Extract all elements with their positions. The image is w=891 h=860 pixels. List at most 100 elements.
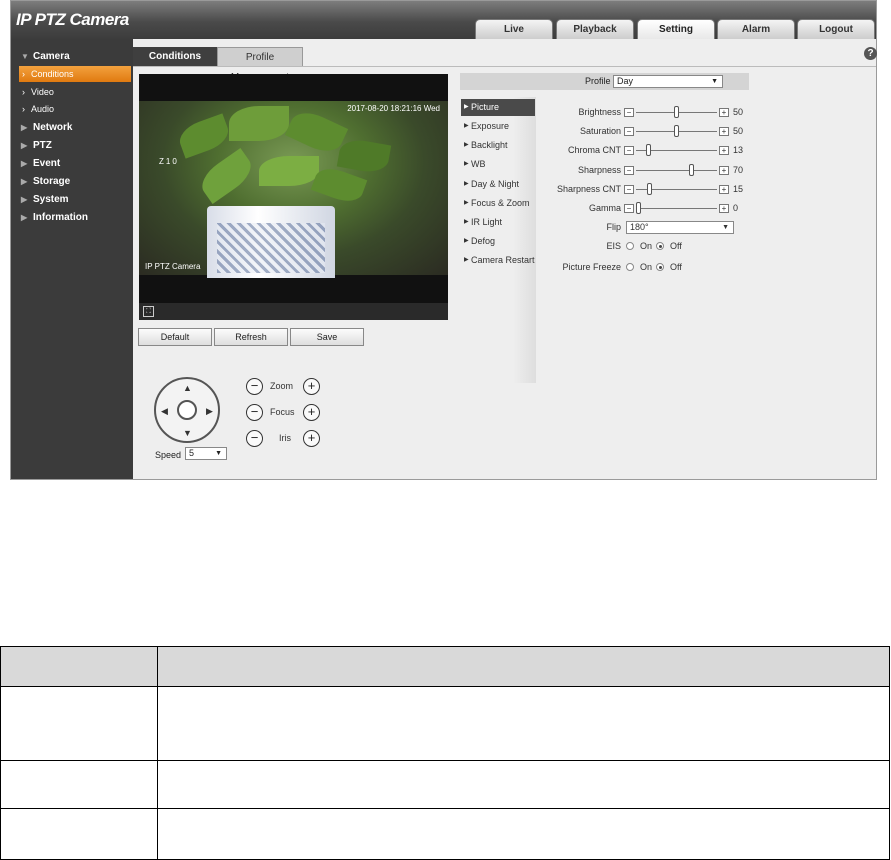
decrease-icon[interactable]: − xyxy=(624,127,634,136)
caret-right-icon: ▶ xyxy=(21,213,28,222)
menu-item-exposure[interactable]: ▶ Exposure xyxy=(461,118,535,135)
video-channel-name: IP PTZ Camera xyxy=(145,262,201,271)
top-bar: IP PTZ Camera Live Playback Setting Alar… xyxy=(11,1,876,39)
nav-tab-setting[interactable]: Setting xyxy=(637,19,715,39)
arrow-right-icon[interactable]: ▶ xyxy=(206,406,213,417)
iris-open-button[interactable]: + xyxy=(303,430,320,447)
sharpness-label: Sharpness xyxy=(577,165,621,175)
freeze-on-radio[interactable] xyxy=(626,263,634,271)
caret-right-icon: ▶ xyxy=(464,200,469,206)
profile-select[interactable]: Day ▼ xyxy=(613,75,723,88)
sidebar-item-storage[interactable]: ▶ Storage xyxy=(11,174,133,190)
menu-item-backlight[interactable]: ▶ Backlight xyxy=(461,137,535,154)
dropdown-arrow-icon: ▼ xyxy=(215,450,222,457)
profile-label: Profile xyxy=(585,76,611,86)
speed-select[interactable]: 5 ▼ xyxy=(185,447,227,460)
increase-icon[interactable]: + xyxy=(719,146,729,155)
caret-right-icon: ▶ xyxy=(21,195,28,204)
decrease-icon[interactable]: − xyxy=(624,204,634,213)
sidebar-item-conditions[interactable]: › Conditions xyxy=(19,66,131,82)
nav-tab-alarm[interactable]: Alarm xyxy=(717,19,795,39)
increase-icon[interactable]: + xyxy=(719,185,729,194)
default-button[interactable]: Default xyxy=(138,328,212,346)
menu-item-label: Backlight xyxy=(471,140,508,150)
tab-conditions[interactable]: Conditions xyxy=(133,47,217,67)
slider-thumb[interactable] xyxy=(689,164,695,176)
zoom-in-button[interactable]: + xyxy=(303,378,320,395)
menu-item-camera-restart[interactable]: ▶ Camera Restart xyxy=(461,252,535,269)
saturation-label: Saturation xyxy=(579,126,621,136)
sidebar-item-ptz[interactable]: ▶ PTZ xyxy=(11,138,133,154)
menu-item-defog[interactable]: ▶ Defog xyxy=(461,233,535,250)
iris-close-button[interactable]: − xyxy=(246,430,263,447)
menu-item-label: Focus & Zoom xyxy=(471,198,530,208)
eis-off-radio[interactable] xyxy=(656,242,664,250)
increase-icon[interactable]: + xyxy=(719,108,729,117)
sidebar-item-video[interactable]: › Video xyxy=(19,84,131,100)
increase-icon[interactable]: + xyxy=(719,204,729,213)
slider-thumb[interactable] xyxy=(645,144,651,156)
menu-item-day-night[interactable]: ▶ Day & Night xyxy=(461,176,535,193)
decrease-icon[interactable]: − xyxy=(624,146,634,155)
slider-thumb[interactable] xyxy=(636,202,641,214)
zoom-out-button[interactable]: − xyxy=(246,378,263,395)
help-icon[interactable]: ? xyxy=(864,47,877,60)
caret-right-icon: ▶ xyxy=(464,142,469,148)
nav-tab-live[interactable]: Live xyxy=(475,19,553,39)
gamma-label: Gamma xyxy=(588,203,621,213)
sharpness-cnt-row: Sharpness CNT − + 15 xyxy=(531,183,751,197)
sidebar-item-camera[interactable]: ▼ Camera xyxy=(11,49,133,65)
flip-row: Flip 180° ▼ xyxy=(531,221,751,235)
focus-far-button[interactable]: + xyxy=(303,404,320,421)
sharpness-cnt-value: 15 xyxy=(733,184,744,194)
arrow-left-icon[interactable]: ◀ xyxy=(161,406,168,417)
eis-on-radio[interactable] xyxy=(626,242,634,250)
focus-near-button[interactable]: − xyxy=(246,404,263,421)
sharpness-slider[interactable] xyxy=(636,170,717,171)
caret-right-icon: ▶ xyxy=(464,104,469,110)
slider-thumb[interactable] xyxy=(674,125,679,137)
arrow-up-icon[interactable]: ▲ xyxy=(183,383,192,393)
nav-tab-logout[interactable]: Logout xyxy=(797,19,875,39)
caret-down-icon: ▼ xyxy=(21,52,29,61)
sidebar-item-network[interactable]: ▶ Network xyxy=(11,120,133,136)
slider-thumb[interactable] xyxy=(674,106,679,118)
increase-icon[interactable]: + xyxy=(719,166,729,175)
gamma-slider[interactable] xyxy=(636,208,717,209)
refresh-button[interactable]: Refresh xyxy=(214,328,288,346)
menu-item-ir-light[interactable]: ▶ IR Light xyxy=(461,214,535,231)
sidebar-item-audio[interactable]: › Audio xyxy=(19,101,131,117)
menu-item-focus-zoom[interactable]: ▶ Focus & Zoom xyxy=(461,195,535,212)
saturation-value: 50 xyxy=(733,126,744,136)
saturation-row: Saturation − + 50 xyxy=(531,125,751,139)
decrease-icon[interactable]: − xyxy=(624,185,634,194)
video-toolbar: ⛶ xyxy=(139,303,448,320)
flip-select[interactable]: 180° ▼ xyxy=(626,221,734,234)
freeze-off-radio[interactable] xyxy=(656,263,664,271)
save-button[interactable]: Save xyxy=(290,328,364,346)
ptz-direction-pad[interactable]: ▲ ▼ ◀ ▶ xyxy=(154,377,220,443)
iris-label: Iris xyxy=(279,433,291,443)
sidebar-item-information[interactable]: ▶ Information xyxy=(11,210,133,226)
flip-value: 180° xyxy=(630,222,649,232)
nav-tab-playback[interactable]: Playback xyxy=(556,19,634,39)
chevron-right-icon: › xyxy=(22,104,25,114)
ptz-center-button[interactable] xyxy=(177,400,197,420)
sidebar-item-system[interactable]: ▶ System xyxy=(11,192,133,208)
slider-thumb[interactable] xyxy=(647,183,653,195)
menu-item-wb[interactable]: ▶ WB xyxy=(461,156,535,173)
arrow-down-icon[interactable]: ▼ xyxy=(183,428,192,438)
menu-item-label: IR Light xyxy=(471,217,503,227)
caret-right-icon: ▶ xyxy=(464,257,469,263)
increase-icon[interactable]: + xyxy=(719,127,729,136)
menu-item-picture[interactable]: ▶ Picture xyxy=(461,99,535,116)
sidebar-item-event[interactable]: ▶ Event xyxy=(11,156,133,172)
sidebar-item-label: System xyxy=(33,194,69,205)
fullscreen-icon[interactable]: ⛶ xyxy=(143,306,154,317)
sidebar-item-label: Conditions xyxy=(31,69,74,79)
flip-label: Flip xyxy=(606,222,621,232)
camera-web-ui: IP PTZ Camera Live Playback Setting Alar… xyxy=(10,0,877,480)
tab-profile-management[interactable]: Profile Management xyxy=(217,47,303,83)
decrease-icon[interactable]: − xyxy=(624,108,634,117)
decrease-icon[interactable]: − xyxy=(624,166,634,175)
